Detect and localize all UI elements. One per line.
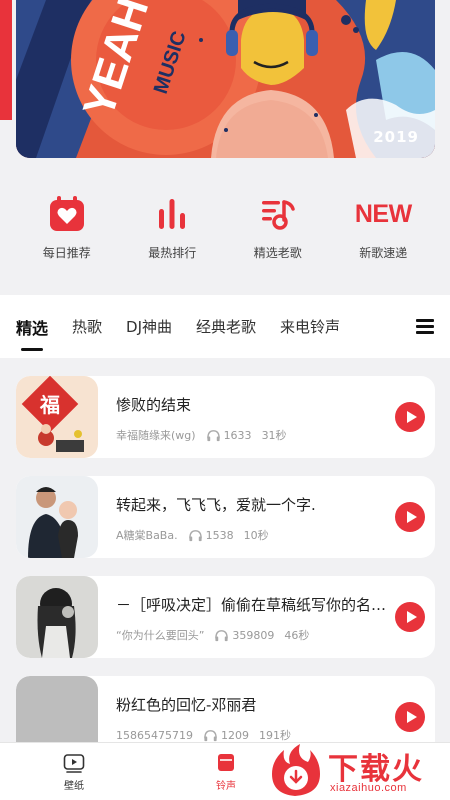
headphones-icon <box>206 429 220 441</box>
song-cover: 福 <box>16 376 98 458</box>
bell-icon <box>218 754 234 771</box>
song-duration: 46秒 <box>284 629 310 642</box>
song-card[interactable]: 转起来，飞飞飞，爱就一个字. A糖棠BaBa. 1538 10秒 <box>16 476 435 558</box>
song-plays: 1633 <box>223 428 252 442</box>
quick-label: 新歌速递 <box>359 246 408 260</box>
svg-text:福: 福 <box>39 393 60 417</box>
song-plays: 1538 <box>205 528 234 542</box>
tab-ringtones[interactable]: 来电铃声 <box>280 316 340 337</box>
tab-featured[interactable]: 精选 <box>16 315 48 351</box>
play-icon <box>406 511 417 523</box>
play-button[interactable] <box>395 402 425 432</box>
song-cover <box>16 576 98 658</box>
tab-classic[interactable]: 经典老歌 <box>196 316 256 337</box>
song-title: －［呼吸决定］偷偷在草稿纸写你的名字... <box>116 596 388 614</box>
banner-year: 2019 <box>373 128 419 146</box>
banner-illustration: YEAH MUSIC <box>16 0 435 158</box>
song-plays: 1209 <box>220 728 249 742</box>
song-author: 15865475719 <box>116 728 193 742</box>
song-title: 粉红色的回忆-邓丽君 <box>116 696 257 714</box>
category-tabs: 精选 热歌 DJ神曲 经典老歌 来电铃声 <box>0 295 450 358</box>
bar-chart-icon <box>148 190 196 238</box>
nav-ringtones[interactable]: 铃声 <box>196 753 256 792</box>
quick-new-songs[interactable]: NEW 新歌速递 <box>338 190 428 270</box>
song-author: “你为什么要回头” <box>116 629 205 642</box>
tab-hot-songs[interactable]: 热歌 <box>72 316 102 337</box>
banner-area: YEAH MUSIC 2019 <box>0 0 450 170</box>
new-badge-text: NEW <box>354 199 412 228</box>
watermark-url: xiazaihuo.com <box>330 782 407 794</box>
nav-label: 铃声 <box>216 781 236 792</box>
headphones-icon <box>215 629 229 641</box>
quick-hot-ranking[interactable]: 最热排行 <box>127 190 217 270</box>
play-icon <box>406 611 417 623</box>
play-button[interactable] <box>395 702 425 732</box>
quick-daily-recommend[interactable]: 每日推荐 <box>22 190 112 270</box>
watermark: 下载火 xiazaihuo.com <box>262 740 450 800</box>
quick-classic-oldies[interactable]: 精选老歌 <box>233 190 323 270</box>
song-author: 幸福随缘来(wg) <box>116 429 196 442</box>
song-title: 转起来，飞飞飞，爱就一个字. <box>116 496 316 514</box>
headphones-icon <box>188 529 202 541</box>
banner-image[interactable]: YEAH MUSIC 2019 <box>16 0 435 158</box>
song-card[interactable]: 福 惨败的结束 幸福随缘来(wg) 1633 31秒 <box>16 376 435 458</box>
quick-nav: 每日推荐 最热排行 精选老歌 NEW 新歌速递 <box>0 190 450 270</box>
song-meta: A糖棠BaBa. 1538 10秒 <box>116 527 388 543</box>
menu-icon[interactable] <box>416 319 434 334</box>
quick-label: 精选老歌 <box>253 246 302 260</box>
flame-logo-icon <box>272 744 320 796</box>
play-icon <box>406 411 417 423</box>
play-icon <box>406 711 417 723</box>
nav-label: 壁纸 <box>64 781 84 792</box>
song-cover <box>16 476 98 558</box>
headphones-icon <box>204 729 217 741</box>
song-card[interactable]: －［呼吸决定］偷偷在草稿纸写你的名字... “你为什么要回头” 359809 4… <box>16 576 435 658</box>
song-author: A糖棠BaBa. <box>116 529 178 542</box>
tab-dj[interactable]: DJ神曲 <box>126 316 172 337</box>
play-button[interactable] <box>395 602 425 632</box>
song-meta: “你为什么要回头” 359809 46秒 <box>116 627 388 643</box>
song-meta: 幸福随缘来(wg) 1633 31秒 <box>116 427 388 443</box>
quick-label: 最热排行 <box>148 246 197 260</box>
play-button[interactable] <box>395 502 425 532</box>
video-icon <box>63 754 85 773</box>
song-duration: 31秒 <box>261 429 287 442</box>
new-badge-icon: NEW <box>355 190 412 238</box>
song-duration: 10秒 <box>243 529 269 542</box>
quick-label: 每日推荐 <box>42 246 91 260</box>
music-list-icon <box>254 190 302 238</box>
banner-edge <box>0 0 12 120</box>
calendar-heart-icon <box>43 190 91 238</box>
song-plays: 359809 <box>232 628 275 642</box>
song-title: 惨败的结束 <box>116 396 192 414</box>
nav-wallpaper[interactable]: 壁纸 <box>44 753 104 792</box>
